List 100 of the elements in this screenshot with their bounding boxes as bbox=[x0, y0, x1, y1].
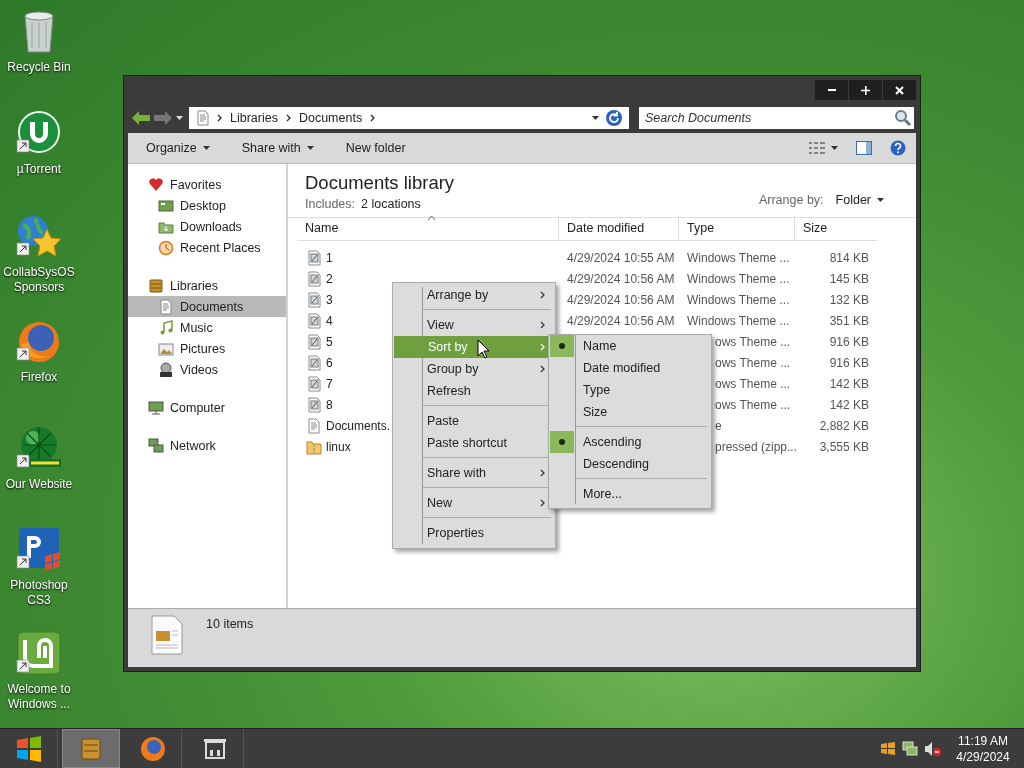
maximize-button[interactable] bbox=[849, 80, 882, 100]
muted-speaker-icon[interactable] bbox=[924, 740, 942, 757]
windows-logo-icon bbox=[14, 735, 43, 762]
column-header[interactable]: Date modified bbox=[559, 216, 679, 241]
desktop-icon-label[interactable]: Photoshop CS3 bbox=[1, 578, 77, 608]
file-name[interactable]: 1 bbox=[326, 250, 333, 265]
close-button[interactable] bbox=[883, 80, 916, 100]
address-bar[interactable]: Libraries Documents bbox=[189, 107, 629, 129]
document-preview-icon bbox=[150, 615, 184, 655]
flag-icon[interactable] bbox=[880, 740, 896, 757]
heart-icon bbox=[148, 176, 164, 193]
column-header[interactable]: Size bbox=[795, 216, 877, 241]
desktop-icon-label[interactable]: Welcome to Windows ... bbox=[1, 682, 77, 712]
locations-link[interactable]: 2 locations bbox=[361, 197, 421, 211]
theme-file-icon bbox=[306, 375, 322, 392]
menu-item[interactable]: More... bbox=[549, 483, 711, 505]
size-cell: 2,882 KB bbox=[819, 418, 869, 433]
file-name[interactable]: 3 bbox=[326, 292, 333, 307]
theme-file-icon bbox=[306, 333, 322, 350]
minimize-icon bbox=[827, 89, 836, 91]
view-options-button[interactable] bbox=[807, 140, 840, 156]
arrange-dropdown[interactable]: Folder bbox=[835, 192, 884, 207]
desktop-icon-label[interactable]: Recycle Bin bbox=[1, 60, 77, 75]
file-name[interactable]: linux bbox=[326, 439, 351, 454]
file-name[interactable]: 4 bbox=[326, 313, 333, 328]
mouse-pointer-icon bbox=[477, 339, 490, 359]
document-icon bbox=[158, 298, 174, 315]
minimize-button[interactable] bbox=[815, 80, 848, 100]
menu-item[interactable]: Type bbox=[549, 379, 711, 401]
desktop-icon-label[interactable]: CollabSysOS Sponsors bbox=[1, 265, 77, 295]
caret-icon bbox=[877, 197, 884, 202]
nav-item[interactable]: Recent Places bbox=[128, 237, 286, 258]
caret-icon bbox=[592, 116, 599, 120]
file-name[interactable]: 7 bbox=[326, 376, 333, 391]
file-name[interactable]: 6 bbox=[326, 355, 333, 370]
column-header[interactable]: Name bbox=[297, 216, 559, 241]
desktop-icon-label[interactable]: Our Website bbox=[1, 477, 77, 492]
menu-item[interactable]: Ascending bbox=[549, 431, 711, 453]
back-button[interactable] bbox=[132, 111, 150, 125]
file-name[interactable]: 2 bbox=[326, 271, 333, 286]
clock[interactable]: 11:19 AM 4/29/2024 bbox=[948, 732, 1018, 765]
breadcrumb[interactable]: Documents bbox=[298, 111, 363, 125]
breadcrumb[interactable]: Libraries bbox=[230, 111, 278, 125]
chevron-icon bbox=[540, 469, 545, 477]
menu-item[interactable]: Properties bbox=[393, 522, 555, 544]
network-icon[interactable] bbox=[902, 740, 918, 757]
chevron-icon bbox=[370, 114, 376, 122]
toolbar-button[interactable]: Organize bbox=[138, 137, 218, 159]
menu-item[interactable]: Date modified bbox=[549, 357, 711, 379]
menu-item[interactable]: View bbox=[393, 314, 555, 336]
theme-file-icon bbox=[306, 249, 322, 266]
menu-item[interactable]: Descending bbox=[549, 453, 711, 475]
size-cell: 142 KB bbox=[829, 376, 869, 391]
desktop-icon-label[interactable]: Firefox bbox=[1, 370, 77, 385]
theme-file-icon bbox=[306, 396, 322, 413]
nav-item[interactable]: Music bbox=[128, 317, 286, 338]
search-field[interactable]: Search Documents bbox=[639, 107, 892, 129]
chevron-icon bbox=[540, 365, 545, 373]
toolbar-button[interactable]: Share with bbox=[233, 137, 322, 159]
date-cell: 4/29/2024 10:56 AM bbox=[567, 271, 675, 286]
nav-item[interactable]: Pictures bbox=[128, 338, 286, 359]
search-icon bbox=[892, 107, 914, 129]
type-cell: ows Theme ... bbox=[715, 334, 791, 349]
back-arrow-icon bbox=[132, 111, 150, 125]
file-name[interactable]: 8 bbox=[326, 397, 333, 412]
nav-item[interactable]: Desktop bbox=[128, 195, 286, 216]
column-header[interactable]: Type bbox=[679, 216, 795, 241]
file-name[interactable]: Documents. bbox=[326, 418, 391, 433]
caret-icon bbox=[202, 146, 210, 150]
library-icon bbox=[148, 277, 164, 294]
size-cell: 3,555 KB bbox=[819, 439, 869, 454]
menu-item[interactable]: Size bbox=[549, 401, 711, 423]
desktop-icon-label[interactable]: µTorrent bbox=[1, 162, 77, 177]
chevron-icon bbox=[540, 321, 545, 329]
preview-pane-button[interactable] bbox=[854, 139, 874, 157]
film-reel-icon bbox=[158, 361, 174, 378]
recent-pages-button[interactable] bbox=[176, 116, 183, 120]
file-name[interactable]: 5 bbox=[326, 334, 333, 349]
help-button[interactable] bbox=[888, 138, 908, 158]
size-cell: 814 KB bbox=[829, 250, 869, 265]
menu-item[interactable]: Arrange by bbox=[393, 284, 555, 306]
refresh-icon[interactable] bbox=[605, 109, 623, 127]
date-cell: 4/29/2024 10:56 AM bbox=[567, 313, 675, 328]
date-cell: 4/29/2024 10:56 AM bbox=[567, 292, 675, 307]
nav-item[interactable]: Downloads bbox=[128, 216, 286, 237]
item-count: 10 items bbox=[206, 617, 254, 631]
forward-arrow-icon bbox=[154, 111, 172, 125]
size-cell: 351 KB bbox=[829, 313, 869, 328]
maximize-icon bbox=[861, 85, 870, 95]
nav-item[interactable]: Network bbox=[128, 435, 286, 456]
nav-item[interactable]: Computer bbox=[128, 397, 286, 418]
chevron-icon bbox=[540, 291, 545, 299]
nav-item[interactable]: Videos bbox=[128, 359, 286, 380]
chevron-icon bbox=[285, 114, 291, 122]
toolbar-button[interactable]: New folder bbox=[337, 137, 414, 159]
nav-item[interactable]: Favorites bbox=[128, 174, 286, 195]
nav-item[interactable]: Libraries bbox=[128, 275, 286, 296]
theme-file-icon bbox=[306, 312, 322, 329]
nav-item[interactable]: Documents bbox=[128, 296, 286, 317]
size-cell: 132 KB bbox=[829, 292, 869, 307]
